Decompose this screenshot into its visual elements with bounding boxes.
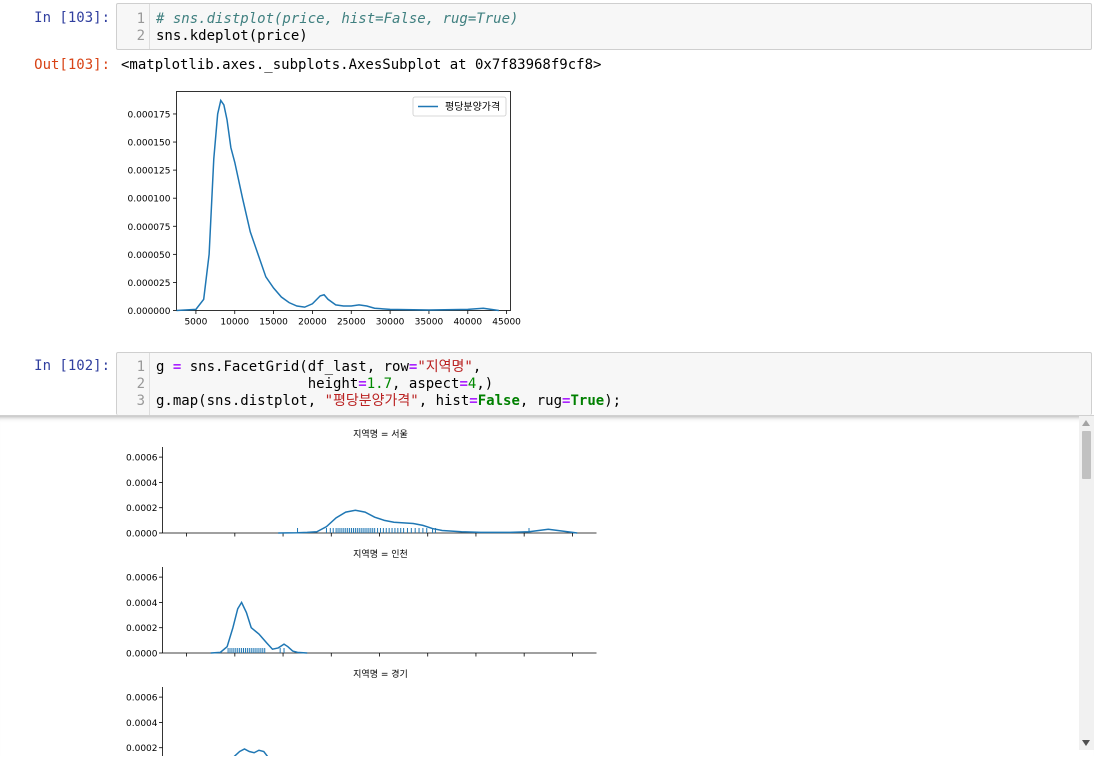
y-tick-label: 0.0002 <box>126 744 158 754</box>
code-token: ,) <box>476 376 494 392</box>
output-103-text: <matplotlib.axes._subplots.AxesSubplot a… <box>121 57 602 73</box>
x-tick-label: 20000 <box>298 318 327 327</box>
x-tick-label: 35000 <box>415 318 444 327</box>
code-line[interactable]: 2 height=1.7, aspect=4,) <box>117 376 1091 393</box>
y-tick-label: 0.000175 <box>128 110 171 120</box>
kde-plot: 0.000000 0.000025 0.000050 0.000075 0.000100… <box>128 91 521 327</box>
x-tick-label: 40000 <box>453 318 482 327</box>
code-token: g <box>156 359 173 375</box>
y-tick-label: 0.0002 <box>126 504 158 514</box>
y-tick-label: 0.000050 <box>128 251 171 261</box>
y-tick-label: 0.000100 <box>128 195 171 205</box>
kde-line-series-0 <box>210 600 308 654</box>
code-line[interactable]: 1 g = sns.FacetGrid(df_last, row="지역명", <box>117 359 1091 376</box>
code-token: 1.7 <box>366 376 393 392</box>
output-103-prompt: Out[103]: <box>34 57 110 73</box>
y-tick-label: 0.0002 <box>126 624 158 634</box>
code-token: False <box>477 393 520 409</box>
y-tick-label: 0.000150 <box>128 139 171 149</box>
facet-3: 지역명 = 경기0.00000.00020.00040.0006 <box>126 668 408 756</box>
code-token: , <box>472 359 482 375</box>
code-line[interactable]: 3 g.map(sns.distplot, "평당분양가격", hist=Fals… <box>117 393 1091 410</box>
cell-102-code-editor[interactable]: 1g = sns.FacetGrid(df_last, row="지역명", 2 … <box>116 352 1092 415</box>
code-token: = <box>358 376 367 392</box>
code-token: , hist <box>418 393 470 409</box>
y-tick-label: 0.0004 <box>126 599 158 609</box>
scrollbar-thumb[interactable] <box>1082 431 1091 479</box>
code-token: , rug <box>519 393 563 409</box>
y-tick-label: 0.0004 <box>126 479 158 489</box>
code-token: g.map(sns.distplot, <box>156 393 325 409</box>
line-number: 2 <box>136 376 145 392</box>
x-tick-label: 5000 <box>184 318 207 327</box>
code-token: height <box>156 376 359 392</box>
x-tick-label: 45000 <box>492 318 521 327</box>
output-scrollbar[interactable] <box>1079 416 1094 750</box>
code-token: # sns.distplot(price, hist=False, rug=Tr… <box>156 11 519 27</box>
scroll-up-arrow-icon[interactable] <box>1082 420 1090 426</box>
cell-103-code-editor[interactable]: 1 # sns.distplot(price, hist=False, rug=T… <box>116 3 1092 50</box>
y-tick-label: 0.0000 <box>126 650 158 660</box>
code-token: sns.kdeplot(price) <box>156 28 308 44</box>
line-number: 1 <box>136 11 145 27</box>
line-number: 3 <box>136 393 145 409</box>
y-tick-label: 0.0000 <box>126 530 158 540</box>
y-tick-label: 0.000025 <box>128 279 171 289</box>
cell-103-prompt: In [103]: <box>34 10 110 26</box>
facet-title: 지역명 = 경기 <box>353 668 408 680</box>
line-number: 2 <box>136 28 145 44</box>
y-tick-label: 0.000000 <box>128 307 171 317</box>
code-token: = <box>459 376 468 392</box>
y-tick-label: 0.000125 <box>128 167 171 177</box>
code-token: True <box>570 393 605 409</box>
plot-area-frame <box>176 91 511 311</box>
y-tick-label: 0.0004 <box>126 719 158 729</box>
code-token: "지역명" <box>417 359 473 375</box>
code-text: sns.kdeplot(price) <box>156 28 308 45</box>
facet-title: 지역명 = 서울 <box>353 429 408 440</box>
code-line[interactable]: 2 sns.kdeplot(price) <box>117 28 1091 45</box>
code-text: g.map(sns.distplot, "평당분양가격", hist=False… <box>156 393 621 410</box>
x-tick-label: 25000 <box>337 318 366 327</box>
facet-1: 지역명 = 서울 0.0000 0.0002 0.0004 0.0006 <box>126 429 597 540</box>
x-tick-label: 15000 <box>259 318 288 327</box>
x-tick-label: 30000 <box>376 318 405 327</box>
scroll-down-arrow-icon[interactable] <box>1082 740 1090 746</box>
y-tick-label: 0.0006 <box>126 694 158 704</box>
kde-line-series-0 <box>176 98 499 312</box>
y-tick-label: 0.0006 <box>126 454 158 464</box>
code-line[interactable]: 1 # sns.distplot(price, hist=False, rug=T… <box>117 11 1091 28</box>
line-number: 1 <box>136 359 145 375</box>
code-text: # sns.distplot(price, hist=False, rug=Tr… <box>156 11 518 28</box>
facet-2: 지역명 = 인천 0.0000 0.0002 0.0004 0.0006 <box>126 549 597 660</box>
code-text: g = sns.FacetGrid(df_last, row="지역명", <box>156 359 481 376</box>
x-tick-label: 10000 <box>220 318 249 327</box>
facet-title: 지역명 = 인천 <box>353 549 408 560</box>
code-token: sns.FacetGrid(df_last, row <box>181 359 409 375</box>
legend-label-series-0: 평당분양가격 <box>445 100 500 113</box>
cell-102-output-scroll-area[interactable]: 지역명 = 서울 0.0000 0.0002 0.0004 0.0006 지역명 = 인천… <box>0 415 1094 756</box>
facet-grid: 지역명 = 서울0.00000.00020.00040.0006지역명 = 인천… <box>126 429 597 756</box>
legend: 평당분양가격 <box>412 96 507 117</box>
y-tick-label: 0.000075 <box>128 223 171 233</box>
code-text: height=1.7, aspect=4,) <box>156 376 494 393</box>
kde-line-series-0 <box>233 748 269 756</box>
code-token: = <box>469 393 478 409</box>
code-token: , aspect <box>392 376 460 392</box>
cell-102-prompt: In [102]: <box>34 358 110 374</box>
code-token: ); <box>604 393 622 409</box>
y-tick-label: 0.0006 <box>126 574 158 584</box>
kde-line-series-0 <box>278 509 578 534</box>
code-token: "평당분양가격" <box>324 393 419 409</box>
